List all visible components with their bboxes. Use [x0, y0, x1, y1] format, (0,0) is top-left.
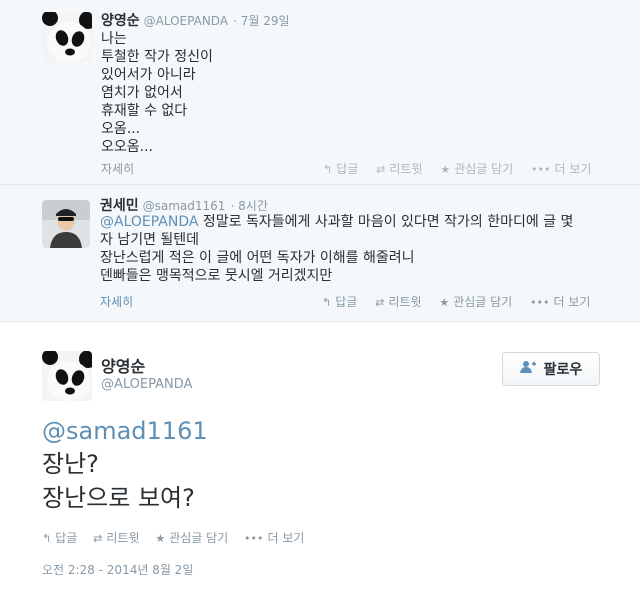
retweet-button[interactable]: ⇄ 리트윗	[376, 160, 422, 177]
star-icon: ★	[440, 163, 451, 176]
tweet-timestamp[interactable]: 오전 2:28 - 2014년 8월 2일	[42, 561, 193, 578]
more-button[interactable]: ••• 더 보기	[530, 293, 590, 310]
reply-author-name[interactable]: 권세민	[100, 198, 139, 214]
text-line: 장난스럽게 적은 이 글에 어떤 독자가 이해를 해줄려니	[100, 250, 415, 266]
text-line: 오오옴...	[101, 139, 153, 155]
reply-actions: ↰ 답글 ⇄ 리트윗 ★ 관심글 담기 ••• 더 보기	[322, 293, 604, 310]
reply-thread: 양영순 @ALOEPANDA · 7월 29일 나는 투철한 작가 정신이 있어서…	[0, 0, 640, 322]
retweet-button[interactable]: ⇄ 리트윗	[375, 293, 421, 310]
reply-time[interactable]: · 7월 29일	[233, 14, 289, 28]
reply-text: 나는 투철한 작가 정신이 있어서가 아니라 염치가 없어서 휴재할 수 없다 …	[101, 30, 213, 156]
more-icon: •••	[530, 296, 550, 309]
favorite-button[interactable]: ★ 관심글 담기	[440, 160, 513, 177]
panda-avatar[interactable]	[42, 12, 92, 62]
text-line: 투철한 작가 정신이	[101, 49, 213, 65]
favorite-button[interactable]: ★ 관심글 담기	[155, 529, 228, 546]
main-action-row: ↰ 답글 ⇄ 리트윗 ★ 관심글 담기 ••• 더 보기	[42, 529, 316, 546]
text-line: 휴재할 수 없다	[101, 103, 188, 119]
more-icon: •••	[531, 163, 551, 176]
favorite-button[interactable]: ★ 관심글 담기	[439, 293, 512, 310]
text-line: 있어서가 아니라	[101, 67, 196, 83]
text-line: 장난으로 보여?	[42, 484, 195, 512]
reply-header: 권세민 @samad1161 · 8시간	[100, 195, 268, 215]
panda-avatar[interactable]	[42, 351, 92, 401]
reply-icon: ↰	[322, 296, 332, 309]
main-author-handle[interactable]: @ALOEPANDA	[101, 377, 192, 392]
reply-author-handle[interactable]: @samad1161	[143, 199, 226, 213]
text-line: 염치가 없어서	[101, 85, 183, 101]
reply-text: @ALOEPANDA 정말로 독자들에게 사과할 마음이 있다면 작가의 한마디…	[100, 213, 573, 285]
text-line: @ALOEPANDA 정말로 독자들에게 사과할 마음이 있다면 작가의 한마디…	[100, 214, 574, 230]
reply-tweet[interactable]: 양영순 @ALOEPANDA · 7월 29일 나는 투철한 작가 정신이 있어서…	[0, 0, 640, 185]
text-line: 오옴...	[101, 121, 141, 137]
reply-author-name[interactable]: 양영순	[101, 13, 140, 29]
reply-icon: ↰	[42, 532, 52, 545]
star-icon: ★	[439, 296, 450, 309]
person-avatar[interactable]	[42, 200, 90, 248]
retweet-icon: ⇄	[93, 532, 103, 545]
follow-person-icon	[519, 360, 536, 378]
reply-time[interactable]: · 8시간	[231, 199, 268, 213]
main-tweet-text: @samad1161 장난? 장난으로 보여?	[42, 415, 208, 515]
follow-label: 팔로우	[543, 362, 583, 378]
main-tweet: 양영순 @ALOEPANDA 팔로우 @samad1161 장난? 장난으로 보…	[0, 323, 640, 611]
reply-header: 양영순 @ALOEPANDA · 7월 29일	[101, 10, 290, 30]
reply-icon: ↰	[323, 163, 333, 176]
more-button[interactable]: ••• 더 보기	[244, 529, 304, 546]
text-line: 덴빠들은 맹목적으로 뭇시엘 거리겠지만	[100, 268, 333, 284]
mention-link[interactable]: @ALOEPANDA	[100, 214, 198, 230]
more-button[interactable]: ••• 더 보기	[531, 160, 591, 177]
reply-author-handle[interactable]: @ALOEPANDA	[144, 14, 228, 28]
text-line: 자 남기면 될텐데	[100, 232, 200, 248]
star-icon: ★	[155, 532, 166, 545]
more-icon: •••	[244, 532, 264, 545]
reply-button[interactable]: ↰ 답글	[322, 293, 357, 310]
retweet-icon: ⇄	[375, 296, 385, 309]
text-line: 나는	[101, 31, 127, 47]
reply-button[interactable]: ↰ 답글	[323, 160, 358, 177]
retweet-icon: ⇄	[376, 163, 386, 176]
expand-link[interactable]: 자세히	[101, 160, 134, 177]
text-line: 장난?	[42, 450, 99, 478]
reply-actions: ↰ 답글 ⇄ 리트윗 ★ 관심글 담기 ••• 더 보기	[323, 160, 605, 177]
reply-button[interactable]: ↰ 답글	[42, 529, 77, 546]
expand-link[interactable]: 자세히	[100, 293, 133, 310]
mention-link[interactable]: @samad1161	[42, 415, 208, 447]
retweet-button[interactable]: ⇄ 리트윗	[93, 529, 139, 546]
follow-button[interactable]: 팔로우	[502, 352, 600, 386]
reply-tweet[interactable]: 권세민 @samad1161 · 8시간 @ALOEPANDA 정말로 독자들에게…	[0, 186, 640, 322]
main-author-name[interactable]: 양영순	[101, 353, 145, 377]
